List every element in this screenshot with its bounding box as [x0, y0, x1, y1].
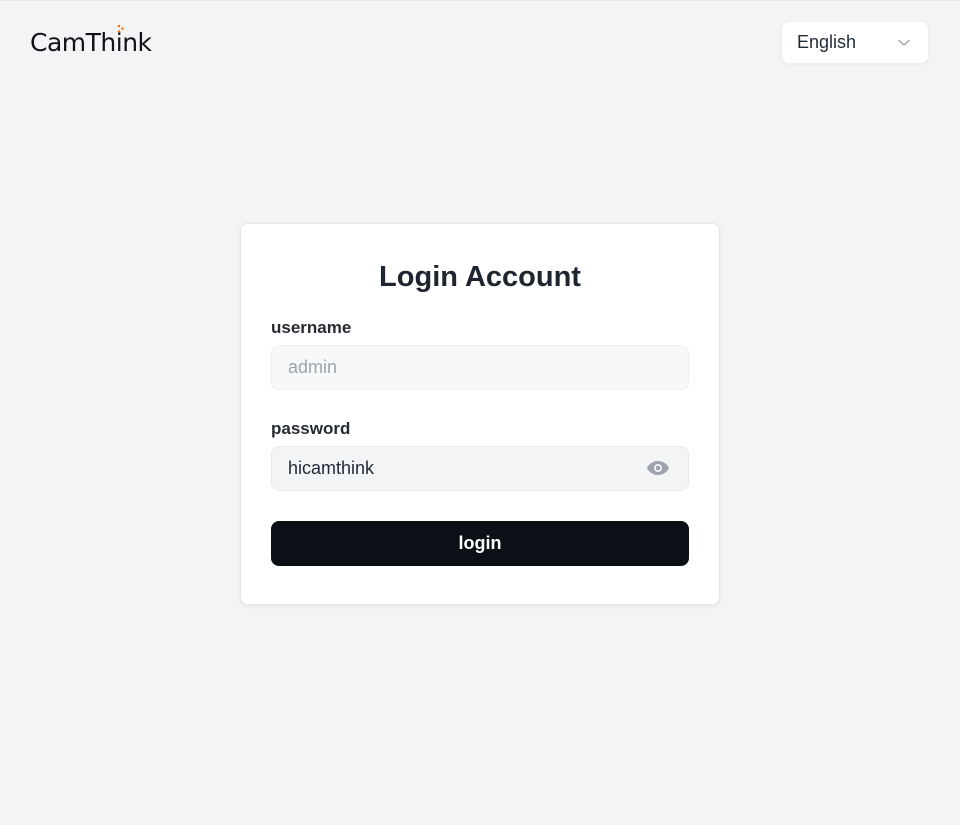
camthink-logo: CamThink [30, 24, 152, 57]
login-button[interactable]: login [271, 521, 689, 566]
username-label: username [271, 318, 352, 337]
password-input[interactable] [271, 446, 689, 491]
username-input[interactable] [271, 345, 689, 390]
logo-accent-dots-icon [117, 24, 124, 33]
logo-text: CamThink [30, 28, 152, 57]
username-field-wrapper [271, 345, 689, 390]
language-select-value: English [797, 32, 857, 52]
eye-icon[interactable] [645, 457, 671, 479]
language-select[interactable]: English [781, 21, 929, 64]
password-field-wrapper [271, 446, 689, 491]
login-card: Login Account username password login [240, 223, 720, 605]
chevron-down-icon [897, 36, 911, 50]
password-label: password [271, 419, 351, 438]
login-title: Login Account [379, 261, 581, 293]
